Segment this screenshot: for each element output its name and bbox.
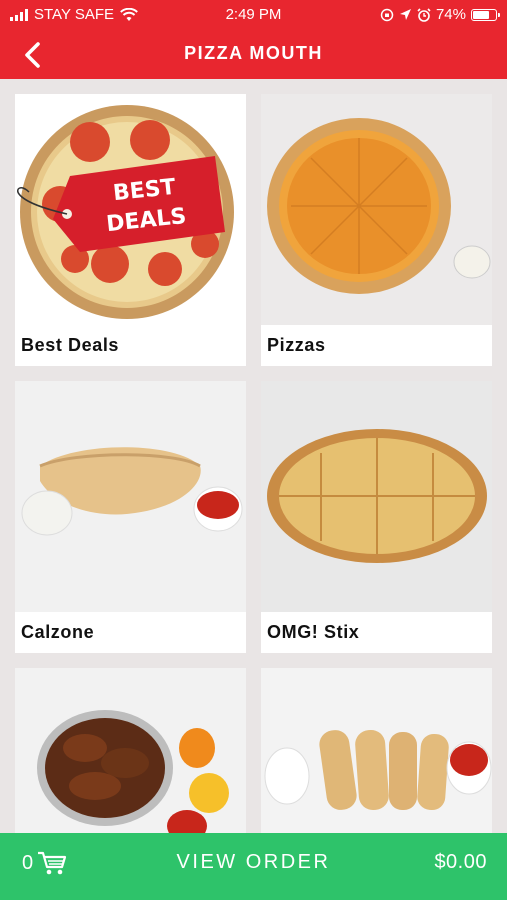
category-card-wings[interactable] — [15, 668, 246, 833]
alarm-icon — [417, 7, 431, 22]
omg-stix-image — [261, 381, 492, 612]
view-order-button[interactable]: VIEW ORDER — [0, 851, 507, 874]
wings-image — [15, 668, 246, 833]
category-grid: BEST DEALS Best Deals Pizzas Calzone OMG… — [0, 79, 507, 833]
category-label: Pizzas — [267, 335, 326, 355]
best-deals-image: BEST DEALS — [15, 94, 246, 325]
category-card-calzone[interactable]: Calzone — [15, 381, 246, 653]
nav-bar: PIZZA MOUTH — [0, 30, 507, 79]
screen-lock-icon — [380, 8, 394, 21]
category-card-pizzas[interactable]: Pizzas — [261, 94, 492, 366]
pizzas-image — [261, 94, 492, 325]
battery-icon — [471, 8, 500, 21]
page-title: PIZZA MOUTH — [184, 43, 323, 63]
category-card-best-deals[interactable]: BEST DEALS Best Deals — [15, 94, 246, 366]
status-bar: STAY SAFE 2:49 PM 74% — [0, 0, 507, 30]
calzone-image — [15, 381, 246, 612]
category-label: Best Deals — [21, 335, 120, 355]
view-order-bar[interactable]: 0 VIEW ORDER $0.00 — [0, 833, 507, 900]
battery-fill — [473, 10, 489, 19]
category-card-breadsticks[interactable] — [261, 668, 492, 833]
location-icon — [399, 9, 411, 20]
category-label: Calzone — [21, 622, 95, 642]
order-total: $0.00 — [434, 851, 487, 873]
battery-percent: 74% — [435, 6, 466, 23]
breadsticks-image — [261, 668, 492, 833]
status-right: 74% — [380, 6, 500, 23]
category-label: OMG! Stix — [267, 622, 360, 642]
category-card-omg-stix[interactable]: OMG! Stix — [261, 381, 492, 653]
